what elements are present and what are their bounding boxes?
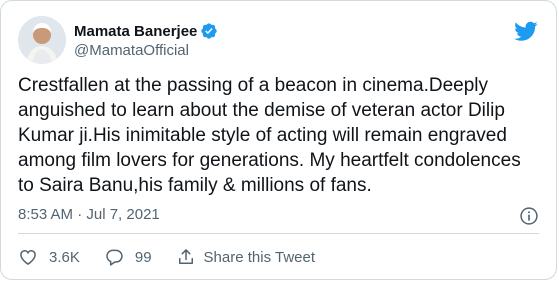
share-label: Share this Tweet [203,248,315,266]
author-handle[interactable]: @MamataOfficial [74,42,218,59]
share-button[interactable]: Share this Tweet [176,247,315,267]
share-icon [178,249,193,264]
verified-badge-icon [201,23,218,39]
tweet-text: Crestfallen at the passing of a beacon i… [18,75,521,196]
like-button[interactable]: 3.6K [18,247,80,267]
reply-count: 99 [134,248,152,266]
tweet-timestamp[interactable]: 8:53 AM · Jul 7, 2021 [18,206,160,223]
tweet-header: Mamata Banerjee @MamataOfficial [18,16,539,68]
info-icon[interactable] [519,206,539,226]
avatar[interactable] [18,16,66,64]
avatar-photo-icon [18,16,66,64]
heart-icon [20,249,36,265]
reply-button[interactable]: 99 [104,247,152,267]
like-count: 3.6K [49,248,80,266]
author-display-name[interactable]: Mamata Banerjee [74,23,197,40]
twitter-bird-icon[interactable] [514,19,538,43]
divider [18,233,539,234]
author-names: Mamata Banerjee @MamataOfficial [74,21,218,59]
tweet-actions: 3.6K 99 Share this Tweet [18,246,339,268]
reply-icon [106,249,123,266]
tweet-card[interactable]: Mamata Banerjee @MamataOfficial Crestfal… [0,0,557,280]
